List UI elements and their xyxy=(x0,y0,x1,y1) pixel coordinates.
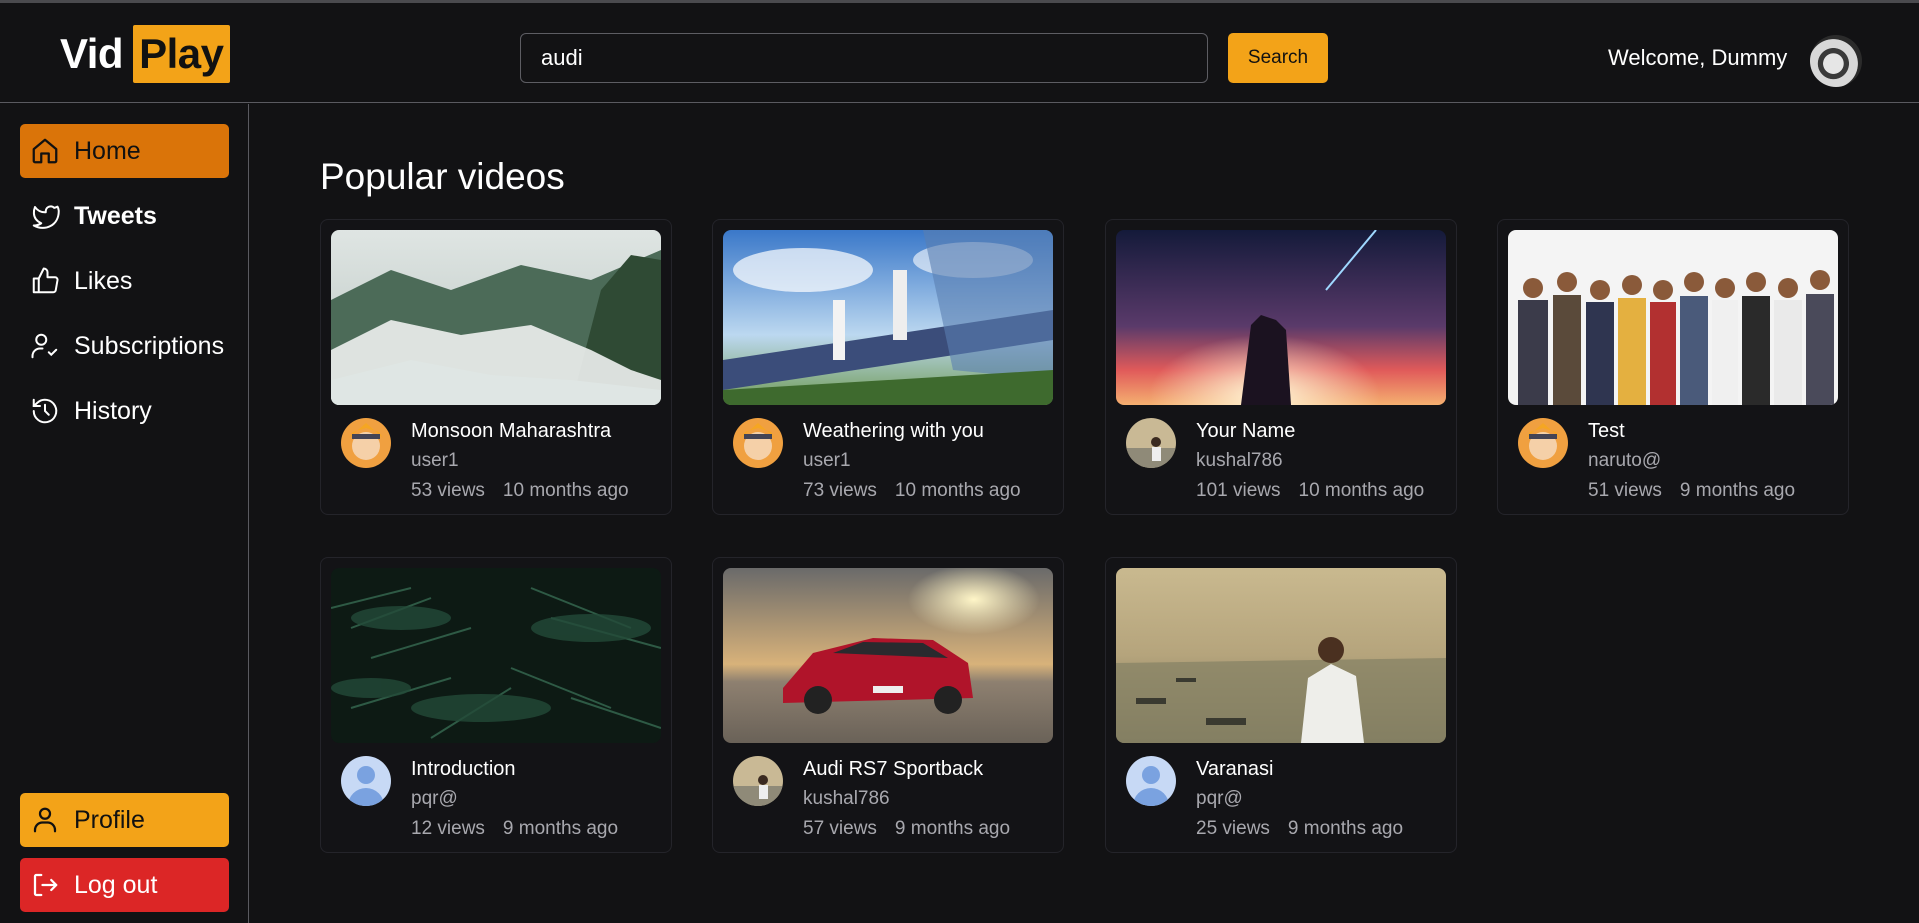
video-meta: 12 views 9 months ago xyxy=(411,818,618,840)
logout-button[interactable]: Log out xyxy=(20,858,229,912)
sidebar-item-label: Subscriptions xyxy=(74,331,225,360)
page-title: Popular videos xyxy=(320,156,565,197)
sidebar-item-tweets[interactable]: Tweets xyxy=(20,189,229,243)
twitter-bird-icon xyxy=(32,205,60,229)
sidebar-item-label: Home xyxy=(74,136,141,165)
video-meta: 57 views 9 months ago xyxy=(803,818,1010,840)
video-card[interactable]: Audi RS7 Sportback kushal786 57 views 9 m… xyxy=(712,557,1064,853)
view-count: 51 views xyxy=(1588,480,1662,501)
upload-age: 9 months ago xyxy=(502,818,619,839)
channel-name[interactable]: kushal786 xyxy=(1196,450,1283,472)
sidebar-item-label: Likes xyxy=(74,266,133,295)
upload-age: 9 months ago xyxy=(1679,480,1796,501)
sidebar-item-likes[interactable]: Likes xyxy=(20,254,229,308)
video-card[interactable]: Varanasi pqr@ 25 views 9 months ago xyxy=(1105,557,1457,853)
sidebar-item-history[interactable]: History xyxy=(20,384,229,438)
upload-age: 10 months ago xyxy=(1298,480,1425,501)
channel-name[interactable]: pqr@ xyxy=(1196,788,1243,810)
logo-text-vid: Vid xyxy=(60,30,124,77)
upload-age: 10 months ago xyxy=(502,480,629,501)
sidebar-item-subscriptions[interactable]: Subscriptions xyxy=(20,319,229,373)
video-meta: 73 views 10 months ago xyxy=(803,480,1021,502)
history-icon xyxy=(32,398,58,424)
video-title[interactable]: Monsoon Maharashtra xyxy=(411,420,611,443)
view-count: 101 views xyxy=(1196,480,1281,501)
profile-button[interactable]: Profile xyxy=(20,793,229,847)
channel-avatar-icon[interactable] xyxy=(1126,418,1176,468)
sidebar-item-label: History xyxy=(74,396,152,425)
logout-label: Log out xyxy=(74,870,158,899)
welcome-text: Welcome, Dummy xyxy=(1608,45,1788,70)
view-count: 25 views xyxy=(1196,818,1270,839)
default-avatar-icon[interactable] xyxy=(1126,756,1176,806)
upload-age: 9 months ago xyxy=(894,818,1011,839)
view-count: 57 views xyxy=(803,818,877,839)
channel-name[interactable]: user1 xyxy=(411,450,459,472)
sidebar-item-label: Tweets xyxy=(74,201,157,230)
search-input[interactable] xyxy=(520,33,1208,83)
video-title[interactable]: Introduction xyxy=(411,758,516,781)
channel-avatar-icon[interactable] xyxy=(733,418,783,468)
sidebar-item-home[interactable]: Home xyxy=(20,124,229,178)
video-meta: 51 views 9 months ago xyxy=(1588,480,1795,502)
channel-name[interactable]: pqr@ xyxy=(411,788,458,810)
video-thumbnail[interactable] xyxy=(1116,568,1446,743)
upload-age: 9 months ago xyxy=(1287,818,1404,839)
video-thumbnail[interactable] xyxy=(1116,230,1446,405)
video-title[interactable]: Test xyxy=(1588,420,1625,443)
channel-name[interactable]: kushal786 xyxy=(803,788,890,810)
video-thumbnail[interactable] xyxy=(1508,230,1838,405)
default-avatar-icon[interactable] xyxy=(341,756,391,806)
logo-text-play: Play xyxy=(133,25,230,83)
profile-label: Profile xyxy=(74,805,145,834)
channel-avatar-icon[interactable] xyxy=(733,756,783,806)
video-title[interactable]: Weathering with you xyxy=(803,420,984,443)
video-title[interactable]: Audi RS7 Sportback xyxy=(803,758,983,781)
channel-name[interactable]: user1 xyxy=(803,450,851,472)
app-logo[interactable]: Vid Play xyxy=(60,25,230,83)
user-check-icon xyxy=(31,333,58,359)
top-header: Vid Play Search Welcome, Dummy xyxy=(0,3,1919,103)
video-thumbnail[interactable] xyxy=(331,230,661,405)
view-count: 53 views xyxy=(411,480,485,501)
user-icon xyxy=(33,807,57,833)
video-card[interactable]: Introduction pqr@ 12 views 9 months ago xyxy=(320,557,672,853)
thumbs-up-icon xyxy=(32,267,59,294)
channel-avatar-icon[interactable] xyxy=(1518,418,1568,468)
video-thumbnail[interactable] xyxy=(723,568,1053,743)
search-button[interactable]: Search xyxy=(1228,33,1328,83)
video-card[interactable]: Test naruto@ 51 views 9 months ago xyxy=(1497,219,1849,515)
video-meta: 25 views 9 months ago xyxy=(1196,818,1403,840)
video-title[interactable]: Varanasi xyxy=(1196,758,1273,781)
video-card[interactable]: Your Name kushal786 101 views 10 months a… xyxy=(1105,219,1457,515)
video-card[interactable]: Monsoon Maharashtra user1 53 views 10 mon… xyxy=(320,219,672,515)
video-meta: 101 views 10 months ago xyxy=(1196,480,1424,502)
user-avatar-icon[interactable] xyxy=(1810,35,1862,87)
view-count: 73 views xyxy=(803,480,877,501)
view-count: 12 views xyxy=(411,818,485,839)
video-thumbnail[interactable] xyxy=(331,568,661,743)
video-title[interactable]: Your Name xyxy=(1196,420,1295,443)
video-thumbnail[interactable] xyxy=(723,230,1053,405)
logout-icon xyxy=(33,873,58,897)
main-content: Popular videos Monsoon Maharashtra user1… xyxy=(250,104,1919,923)
sidebar: Home Tweets Likes Subscriptions History … xyxy=(0,104,249,923)
channel-avatar-icon[interactable] xyxy=(341,418,391,468)
home-icon xyxy=(32,138,58,164)
video-meta: 53 views 10 months ago xyxy=(411,480,629,502)
upload-age: 10 months ago xyxy=(894,480,1021,501)
video-card[interactable]: Weathering with you user1 73 views 10 mon… xyxy=(712,219,1064,515)
channel-name[interactable]: naruto@ xyxy=(1588,450,1661,472)
search-bar: Search xyxy=(520,33,1328,83)
